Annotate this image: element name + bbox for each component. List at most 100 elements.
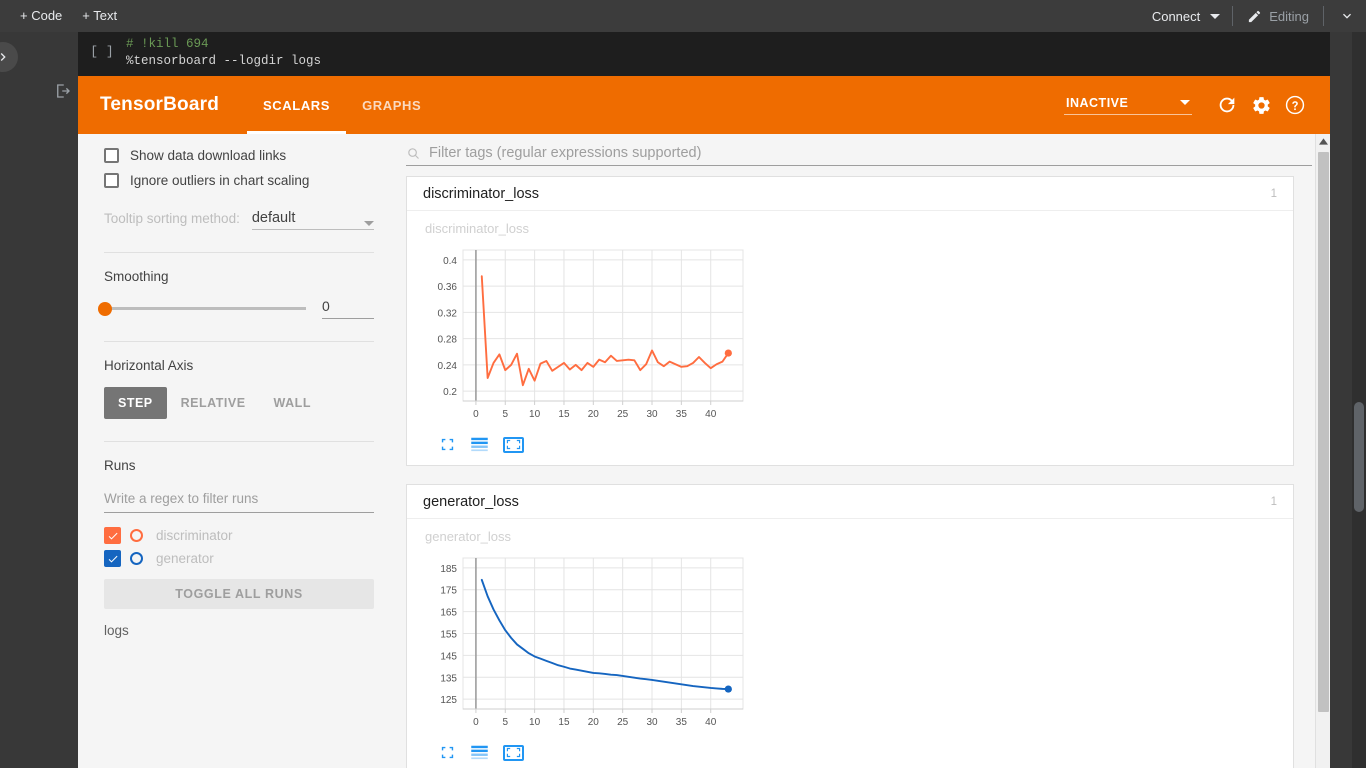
divider bbox=[1323, 6, 1324, 26]
chart-generator-loss[interactable]: 125 135 145 155 165 175 185 0 5 10 15 20 25 30 35 40 bbox=[425, 550, 755, 735]
checkbox-ignore-outliers[interactable]: Ignore outliers in chart scaling bbox=[104, 173, 374, 188]
svg-text:0.28: 0.28 bbox=[438, 335, 458, 346]
colab-toolbar-right-group: Connect Editing bbox=[1144, 0, 1366, 32]
tooltip-sorting-row: Tooltip sorting method: default bbox=[104, 210, 374, 230]
chevron-down-icon bbox=[1180, 100, 1190, 105]
sidebar-expand-button[interactable] bbox=[0, 42, 18, 72]
editing-mode-button[interactable]: Editing bbox=[1237, 0, 1319, 32]
svg-text:10: 10 bbox=[529, 409, 541, 420]
fit-domain-icon[interactable] bbox=[503, 744, 524, 761]
search-icon bbox=[408, 147, 419, 159]
axis-option-relative[interactable]: RELATIVE bbox=[167, 387, 260, 419]
smoothing-value-field[interactable]: 0 bbox=[322, 298, 374, 319]
svg-text:25: 25 bbox=[617, 409, 629, 420]
run-color-dot bbox=[130, 552, 143, 565]
chart-discriminator-loss[interactable]: 0.2 0.24 0.28 0.32 0.36 0.4 0 5 10 15 20 25 30 35 40 bbox=[425, 242, 755, 427]
data-table-icon[interactable] bbox=[470, 745, 489, 760]
card-body: generator_loss 125 135 145 155 165 175 185 0 5 10… bbox=[407, 519, 1293, 768]
cell-output-icon[interactable] bbox=[52, 80, 74, 102]
fit-domain-icon[interactable] bbox=[503, 436, 524, 453]
axis-option-wall[interactable]: WALL bbox=[260, 387, 325, 419]
logdir-label: logs bbox=[104, 623, 129, 638]
run-item-generator[interactable]: generator bbox=[104, 550, 374, 567]
card-title: generator_loss bbox=[423, 493, 519, 510]
colab-left-rail bbox=[0, 32, 30, 768]
help-button[interactable] bbox=[1278, 88, 1312, 122]
smoothing-value: 0 bbox=[322, 298, 330, 314]
checkbox-show-data-download-links[interactable]: Show data download links bbox=[104, 148, 374, 163]
tensorboard-tabs: SCALARS GRAPHS bbox=[247, 76, 437, 134]
run-checkbox-icon[interactable] bbox=[104, 527, 121, 544]
svg-text:0.32: 0.32 bbox=[438, 308, 458, 319]
colab-cell-gutter bbox=[30, 32, 78, 768]
cell-run-marker[interactable]: [ ] bbox=[78, 32, 126, 76]
scalar-cards-container: discriminator_loss 1 discriminator_loss … bbox=[400, 166, 1312, 768]
tensorboard-header-actions: INACTIVE bbox=[1064, 76, 1330, 134]
run-checkbox-icon[interactable] bbox=[104, 550, 121, 567]
card-title: discriminator_loss bbox=[423, 185, 540, 202]
scalar-card-generator-loss: generator_loss 1 generator_loss 125 135 14… bbox=[406, 484, 1294, 768]
scroll-up-arrow-icon[interactable] bbox=[1316, 134, 1330, 149]
editing-label: Editing bbox=[1269, 8, 1309, 24]
cell-output-icon-glyph bbox=[57, 84, 70, 98]
tensorboard-scrollbar[interactable] bbox=[1315, 134, 1330, 768]
add-text-cell-button[interactable]: + Text bbox=[72, 0, 127, 32]
axis-option-step[interactable]: STEP bbox=[104, 387, 167, 419]
refresh-icon bbox=[1219, 97, 1235, 113]
page-scrollbar[interactable] bbox=[1352, 32, 1366, 768]
svg-text:0: 0 bbox=[473, 409, 479, 420]
settings-button[interactable] bbox=[1244, 88, 1278, 122]
runs-filter-input[interactable] bbox=[104, 487, 374, 513]
svg-text:0.36: 0.36 bbox=[438, 282, 458, 293]
data-table-icon[interactable] bbox=[470, 437, 489, 452]
svg-text:165: 165 bbox=[440, 608, 457, 619]
smoothing-row: 0 bbox=[98, 298, 374, 319]
page-scrollbar-thumb[interactable] bbox=[1354, 402, 1364, 512]
tab-scalars[interactable]: SCALARS bbox=[247, 76, 347, 134]
reload-status-dropdown[interactable]: INACTIVE bbox=[1064, 96, 1192, 115]
svg-text:0.4: 0.4 bbox=[443, 256, 457, 267]
smoothing-slider[interactable] bbox=[98, 301, 306, 316]
connect-button[interactable]: Connect bbox=[1144, 0, 1228, 32]
tensorboard-logo: TensorBoard bbox=[100, 94, 220, 115]
chevron-down-icon bbox=[1343, 13, 1351, 19]
add-code-cell-button[interactable]: + Code bbox=[10, 0, 72, 32]
chart-title: discriminator_loss bbox=[425, 221, 530, 236]
tooltip-sorting-label: Tooltip sorting method: bbox=[104, 211, 240, 226]
svg-text:125: 125 bbox=[440, 695, 457, 706]
svg-text:15: 15 bbox=[558, 409, 570, 420]
svg-text:5: 5 bbox=[502, 717, 508, 728]
tag-filter-input[interactable] bbox=[429, 145, 1312, 161]
chart-toolbar bbox=[425, 740, 1293, 768]
refresh-button[interactable] bbox=[1210, 88, 1244, 122]
svg-text:25: 25 bbox=[617, 717, 629, 728]
tooltip-sorting-select[interactable]: default bbox=[251, 210, 374, 230]
checkbox-icon bbox=[104, 173, 119, 188]
svg-text:20: 20 bbox=[588, 409, 600, 420]
scrollbar-thumb[interactable] bbox=[1318, 152, 1329, 712]
card-header[interactable]: generator_loss 1 bbox=[407, 485, 1293, 519]
code-cell-source[interactable]: # !kill 694 %tensorboard --logdir logs bbox=[126, 32, 1330, 76]
svg-text:135: 135 bbox=[440, 673, 457, 684]
code-cell[interactable]: [ ] # !kill 694 %tensorboard --logdir lo… bbox=[78, 32, 1330, 76]
divider bbox=[104, 341, 374, 342]
toggle-all-runs-button[interactable]: TOGGLE ALL RUNS bbox=[104, 579, 374, 609]
svg-text:35: 35 bbox=[676, 717, 688, 728]
tooltip-sorting-value: default bbox=[251, 210, 296, 226]
gear-icon bbox=[1252, 96, 1270, 114]
toolbar-collapse-button[interactable] bbox=[1328, 0, 1366, 32]
card-header[interactable]: discriminator_loss 1 bbox=[407, 177, 1293, 211]
tensorboard-sidebar: Show data download links Ignore outliers… bbox=[78, 134, 400, 768]
run-item-discriminator[interactable]: discriminator bbox=[104, 527, 374, 544]
smoothing-slider-thumb[interactable] bbox=[98, 301, 112, 316]
expand-fullscreen-icon[interactable] bbox=[439, 436, 456, 453]
checkbox-icon bbox=[104, 148, 119, 163]
tag-filter-bar[interactable] bbox=[406, 145, 1312, 166]
card-count: 1 bbox=[1270, 495, 1277, 508]
help-icon bbox=[1285, 95, 1305, 115]
connect-label: Connect bbox=[1151, 8, 1201, 24]
tab-graphs[interactable]: GRAPHS bbox=[346, 76, 437, 134]
expand-fullscreen-icon[interactable] bbox=[439, 744, 456, 761]
svg-text:155: 155 bbox=[440, 630, 457, 641]
svg-text:30: 30 bbox=[646, 717, 658, 728]
